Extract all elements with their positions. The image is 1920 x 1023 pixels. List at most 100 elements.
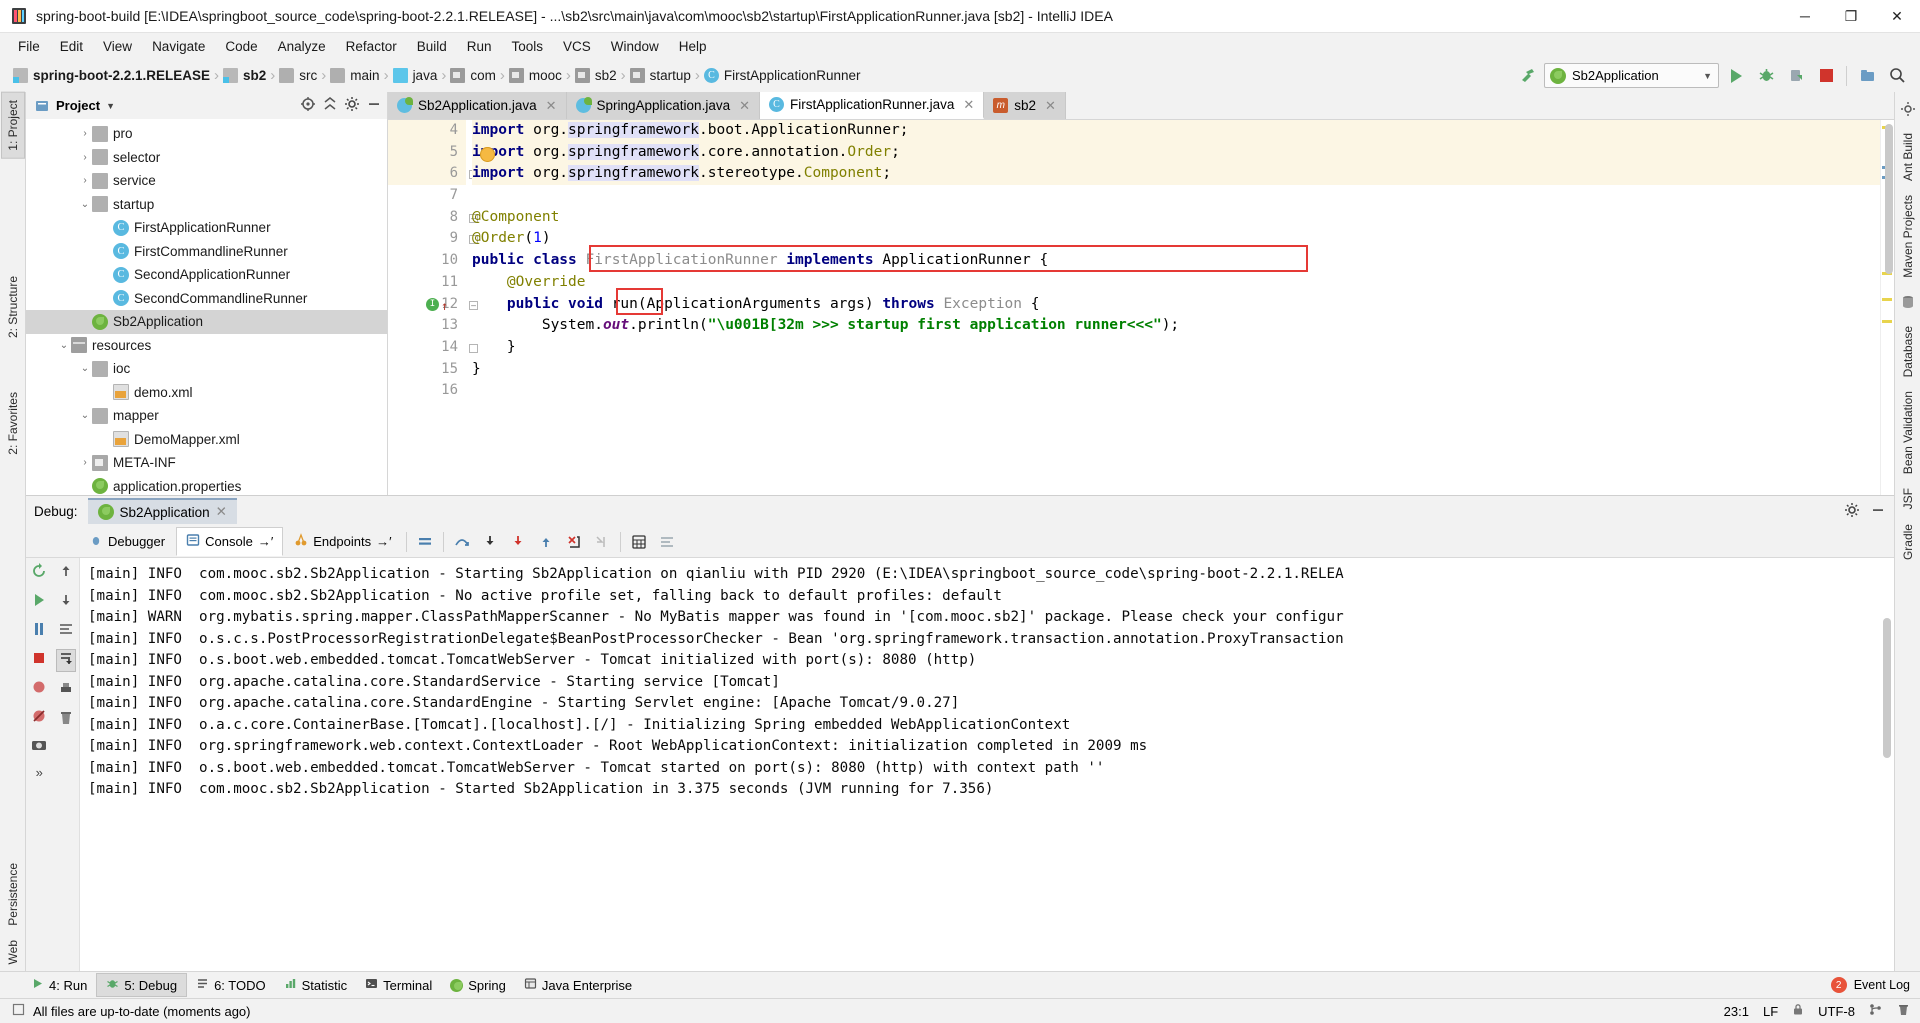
- tree-item-demo-xml[interactable]: demo.xml: [26, 381, 387, 405]
- tree-item-pro[interactable]: › pro: [26, 122, 387, 146]
- stop-button[interactable]: [1813, 63, 1839, 89]
- database-icon[interactable]: [1898, 292, 1918, 312]
- chevron-down-icon[interactable]: ⌄: [57, 340, 71, 351]
- sidebar-item-gradle[interactable]: Gradle: [1897, 517, 1919, 567]
- tree-item-firstcommandlinerunner[interactable]: C FirstCommandlineRunner: [26, 240, 387, 264]
- bottom-tab-todo[interactable]: 6: TODO: [187, 974, 275, 996]
- gutter-line-9[interactable]: 9: [388, 228, 478, 250]
- tree-item-firstapplicationrunner[interactable]: C FirstApplicationRunner: [26, 216, 387, 240]
- code-line-12[interactable]: public void run(ApplicationArguments arg…: [472, 294, 1880, 316]
- chevron-down-icon[interactable]: ▼: [106, 101, 115, 111]
- tree-item-secondcommandlinerunner[interactable]: C SecondCommandlineRunner: [26, 287, 387, 311]
- gutter-line-16[interactable]: 16: [388, 380, 466, 402]
- code-line-4[interactable]: import org.springframework.boot.Applicat…: [472, 120, 1880, 142]
- debug-button[interactable]: [1753, 63, 1779, 89]
- bottom-tab-terminal[interactable]: Terminal: [356, 974, 441, 996]
- code-line-9[interactable]: @Order(1): [472, 228, 1880, 250]
- step-out-icon[interactable]: [533, 529, 559, 555]
- menu-tools[interactable]: Tools: [502, 36, 554, 57]
- breadcrumb-java[interactable]: java: [390, 62, 441, 89]
- close-icon[interactable]: ✕: [739, 98, 750, 114]
- close-icon[interactable]: ✕: [963, 97, 974, 113]
- caret-position[interactable]: 23:1: [1724, 1004, 1749, 1019]
- code-line-14[interactable]: }: [472, 337, 1880, 359]
- breadcrumb-main[interactable]: main: [327, 62, 382, 89]
- chevron-right-icon[interactable]: ›: [78, 457, 92, 468]
- breadcrumb-sb2[interactable]: sb2: [220, 62, 269, 89]
- search-icon[interactable]: [1884, 63, 1910, 89]
- rerun-icon[interactable]: [30, 562, 48, 583]
- menu-build[interactable]: Build: [407, 36, 457, 57]
- console-vertical-scrollbar[interactable]: [1882, 558, 1892, 971]
- hide-icon[interactable]: [366, 96, 382, 115]
- gutter-line-5[interactable]: 5: [388, 141, 466, 164]
- file-encoding[interactable]: UTF-8: [1818, 1004, 1855, 1019]
- gutter-line-4[interactable]: 4: [388, 120, 466, 142]
- sidebar-item-ant-build[interactable]: Ant Build: [1897, 126, 1919, 188]
- tree-item-selector[interactable]: › selector: [26, 146, 387, 170]
- collapse-all-icon[interactable]: [322, 96, 338, 115]
- close-button[interactable]: ✕: [1874, 0, 1920, 33]
- tree-item-startup[interactable]: ⌄ startup: [26, 193, 387, 217]
- resume-icon[interactable]: [30, 591, 48, 612]
- soft-wrap-console-icon[interactable]: [57, 620, 75, 641]
- menu-refactor[interactable]: Refactor: [336, 36, 407, 57]
- lock-icon[interactable]: [1792, 1003, 1804, 1019]
- debug-session-tab[interactable]: Sb2Application ✕: [87, 498, 237, 524]
- breadcrumb-class[interactable]: C FirstApplicationRunner: [701, 62, 864, 89]
- close-icon[interactable]: ✕: [1045, 98, 1056, 114]
- mute-breakpoints-icon[interactable]: [30, 707, 48, 728]
- menu-analyze[interactable]: Analyze: [268, 36, 336, 57]
- bottom-tab-statistic[interactable]: Statistic: [275, 974, 357, 996]
- step-over-icon[interactable]: [449, 529, 475, 555]
- close-icon[interactable]: ✕: [546, 98, 557, 114]
- detach-icon[interactable]: →′: [376, 534, 391, 549]
- code-line-10[interactable]: public class FirstApplicationRunner impl…: [472, 250, 1880, 272]
- breadcrumb-module-root[interactable]: spring-boot-2.2.1.RELEASE: [10, 62, 213, 89]
- code-lines[interactable]: import org.springframework.boot.Applicat…: [466, 120, 1880, 495]
- run-configuration-selector[interactable]: Sb2Application ▼: [1544, 63, 1719, 88]
- code-line-16[interactable]: [472, 380, 1880, 402]
- gear-icon[interactable]: [344, 96, 360, 115]
- open-settings-icon[interactable]: [1854, 63, 1880, 89]
- project-tree[interactable]: › pro › selector › service ⌄ startup C FirstAppli…: [26, 119, 387, 495]
- locate-file-icon[interactable]: [300, 96, 316, 115]
- editor-tab-springapplication[interactable]: SpringApplication.java ✕: [566, 92, 760, 119]
- breadcrumb-com[interactable]: com: [447, 62, 499, 89]
- menu-code[interactable]: Code: [215, 36, 267, 57]
- code-editor[interactable]: 4 5 6 7 8–9 10 11 12 I ↑ –13 14 15 16 import org.spri…: [388, 120, 1894, 495]
- up-arrow-icon[interactable]: [57, 562, 75, 583]
- gear-icon[interactable]: [1844, 502, 1860, 521]
- bottom-tab-run[interactable]: 4: Run: [22, 974, 96, 996]
- chevron-down-icon[interactable]: ⌄: [78, 410, 92, 421]
- bottom-tab-java-enterprise[interactable]: Java Enterprise: [515, 974, 641, 996]
- code-line-11[interactable]: @Override: [472, 272, 1880, 294]
- sidebar-item-database[interactable]: Database: [1897, 319, 1919, 384]
- screenshot-icon[interactable]: [30, 736, 48, 757]
- debug-tab-console[interactable]: Console →′: [176, 527, 284, 556]
- run-to-cursor-icon[interactable]: [589, 529, 615, 555]
- tree-item-demomapper-xml[interactable]: DemoMapper.xml: [26, 428, 387, 452]
- settings-gear-icon[interactable]: [1898, 99, 1918, 119]
- bottom-tab-spring[interactable]: Spring: [441, 975, 515, 996]
- implementing-method-marker-icon[interactable]: I: [426, 297, 439, 311]
- breadcrumb-sb2-pkg[interactable]: sb2: [572, 62, 620, 89]
- run-with-coverage-button[interactable]: [1783, 63, 1809, 89]
- tree-item-secondapplicationrunner[interactable]: C SecondApplicationRunner: [26, 263, 387, 287]
- code-line-15[interactable]: }: [472, 359, 1880, 381]
- print-icon[interactable]: [57, 680, 75, 701]
- chevron-right-icon[interactable]: ›: [78, 128, 92, 139]
- minimize-button[interactable]: ─: [1782, 0, 1828, 33]
- chevron-down-icon[interactable]: ⌄: [78, 199, 92, 210]
- gutter-line-14[interactable]: 14: [388, 337, 478, 359]
- sidebar-item-jsf[interactable]: JSF: [1897, 481, 1919, 516]
- trash-icon[interactable]: [1897, 1003, 1910, 1019]
- build-hammer-icon[interactable]: [1514, 63, 1540, 89]
- error-stripe-marker-panel[interactable]: [1880, 120, 1894, 495]
- sidebar-item-structure[interactable]: 2: Structure: [2, 269, 24, 345]
- code-line-6[interactable]: import org.springframework.stereotype.Co…: [472, 163, 1880, 186]
- step-into-icon[interactable]: [477, 529, 503, 555]
- gutter-line-13[interactable]: 13: [388, 315, 466, 337]
- menu-edit[interactable]: Edit: [50, 36, 93, 57]
- gutter-line-6[interactable]: 6: [388, 163, 478, 186]
